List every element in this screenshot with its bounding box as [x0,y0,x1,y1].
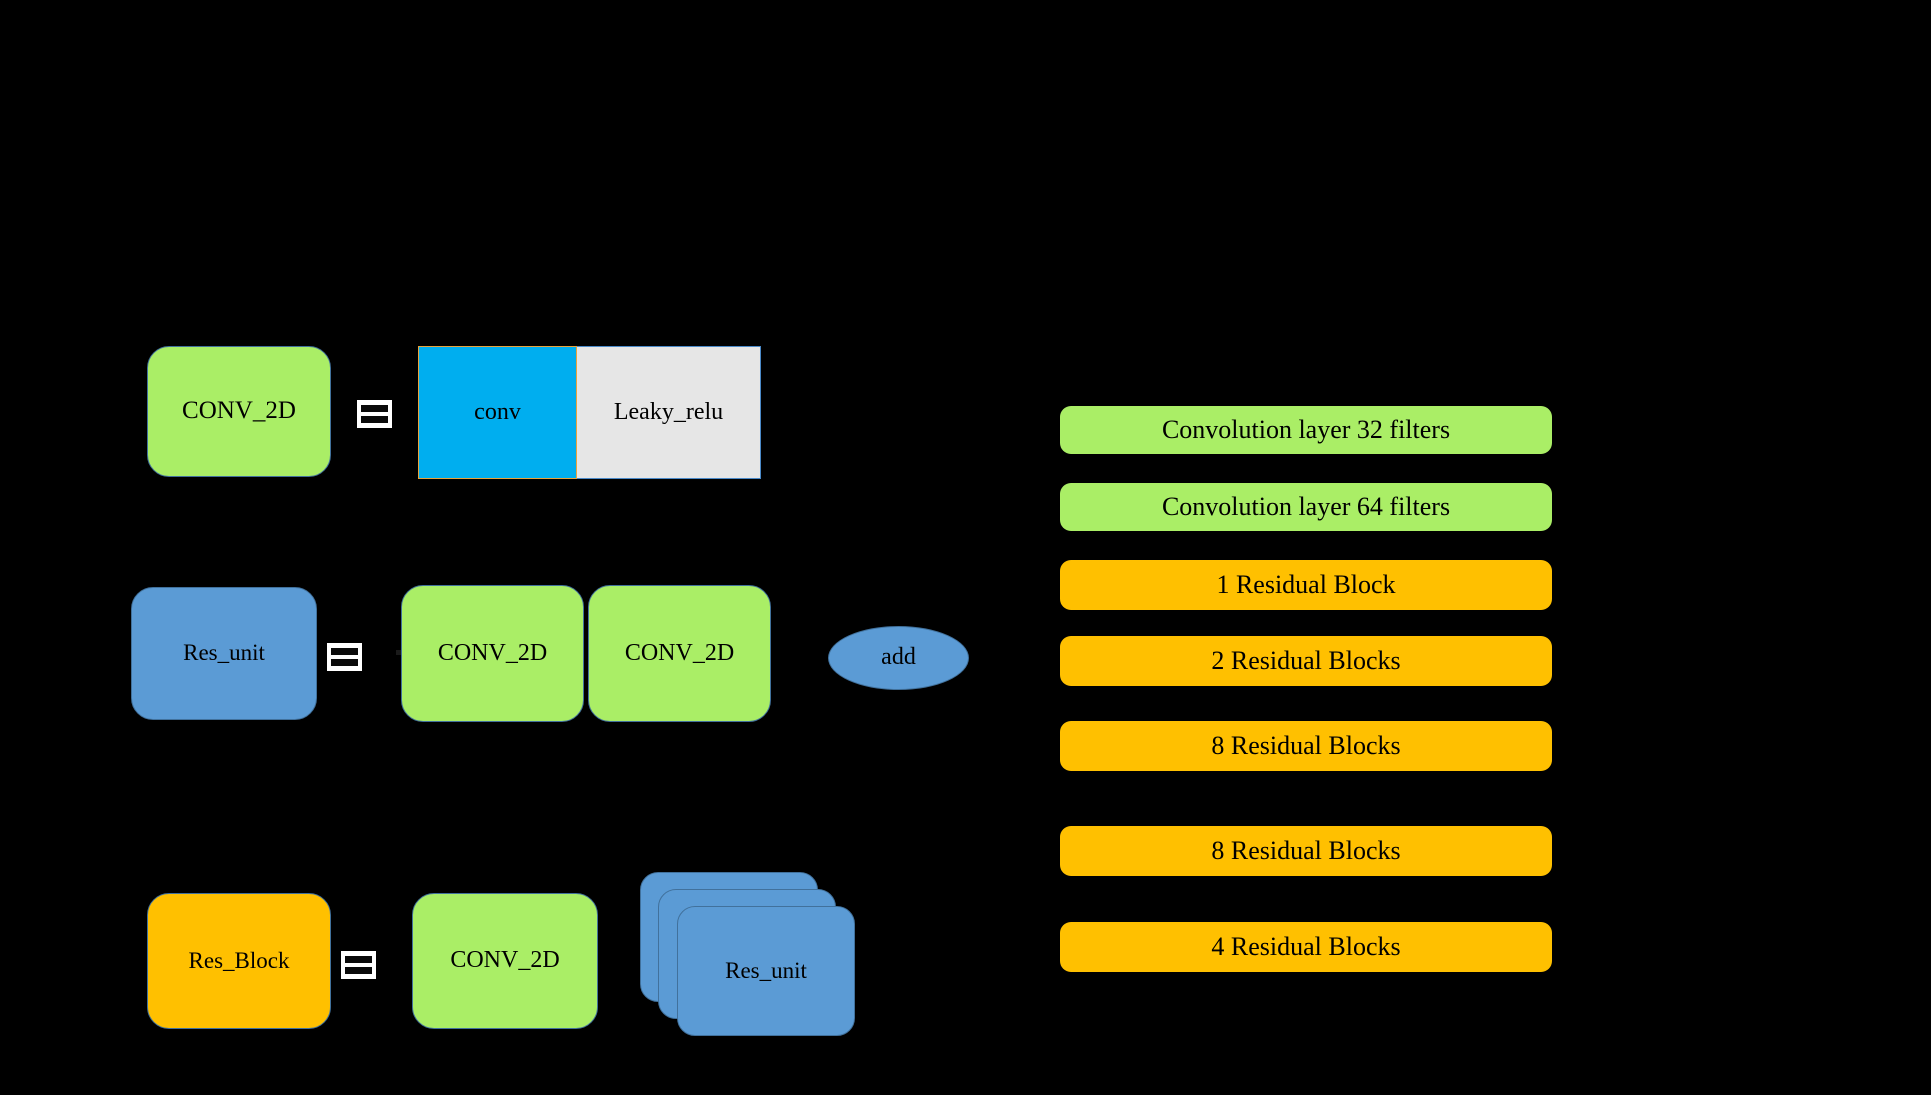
network-stack-item-1: Convolution layer 64 filters [1060,483,1552,531]
equals-icon [357,400,392,428]
equals-bar-top [345,956,372,963]
equals-bar-bottom [361,416,388,423]
legend-node-res-block: Res_Block [147,893,331,1029]
res-unit-conv-first: CONV_2D [401,585,584,722]
diagram-canvas: CONV_2D conv Leaky_relu Res_unit CONV_2D… [0,0,1931,1095]
equals-icon [341,951,376,979]
add-operation-ellipse: add [828,626,969,690]
network-stack-item-2: 1 Residual Block [1060,560,1552,610]
equals-bar-top [331,648,358,655]
conv-sublayer: conv [418,346,577,479]
equals-bar-bottom [331,659,358,666]
equals-icon [327,643,362,671]
legend-node-conv2d: CONV_2D [147,346,331,477]
conv2d-expansion-group: conv Leaky_relu [418,346,761,479]
network-stack-item-3: 2 Residual Blocks [1060,636,1552,686]
res-block-conv: CONV_2D [412,893,598,1029]
legend-node-res-unit: Res_unit [131,587,317,720]
equals-bar-top [361,405,388,412]
stacked-card-front: Res_unit [677,906,855,1036]
res-unit-conv-second: CONV_2D [588,585,771,722]
equals-bar-bottom [345,967,372,974]
network-stack-item-6: 4 Residual Blocks [1060,922,1552,972]
res-unit-stacked-group: Res_unit [640,872,855,1038]
network-stack-item-0: Convolution layer 32 filters [1060,406,1552,454]
leaky-relu-sublayer: Leaky_relu [577,346,761,479]
network-stack-item-4: 8 Residual Blocks [1060,721,1552,771]
network-stack-item-5: 8 Residual Blocks [1060,826,1552,876]
